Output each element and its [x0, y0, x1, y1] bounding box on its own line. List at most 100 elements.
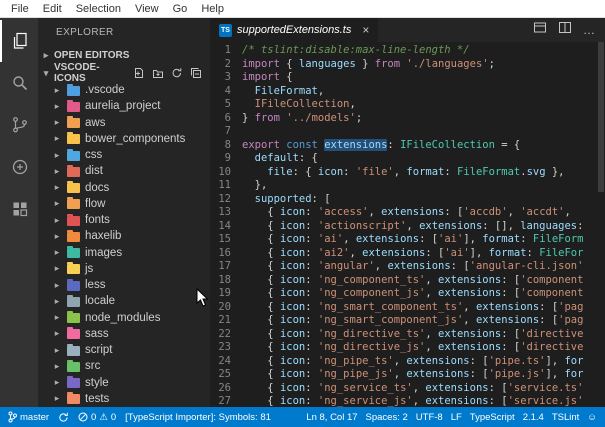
- editor-scrollbar[interactable]: [597, 42, 605, 407]
- tree-item-js[interactable]: ▸ js: [38, 261, 210, 277]
- chevron-right-icon: ▸: [54, 165, 60, 176]
- more-actions-icon[interactable]: …: [583, 24, 595, 36]
- code-line[interactable]: { icon: 'ng_smart_component_ts', extensi…: [242, 301, 605, 315]
- tree-item-script[interactable]: ▸ script: [38, 342, 210, 358]
- code-line[interactable]: export const extensions: IFileCollection…: [242, 138, 605, 153]
- tab-supported-extensions[interactable]: TS supportedExtensions.ts ×: [210, 18, 379, 42]
- new-folder-icon[interactable]: [152, 67, 164, 79]
- code-line[interactable]: { icon: 'ai', extensions: ['ai'], format…: [242, 233, 605, 247]
- code-line[interactable]: { icon: 'ng_component_js', extensions: […: [242, 287, 605, 301]
- extensions-icon[interactable]: [0, 188, 38, 230]
- tree-item-fonts[interactable]: ▸ fonts: [38, 212, 210, 228]
- menu-item-help[interactable]: Help: [194, 3, 231, 15]
- explorer-icon[interactable]: [0, 20, 38, 62]
- code-line[interactable]: supported: [: [242, 193, 605, 207]
- tree-item-less[interactable]: ▸ less: [38, 277, 210, 293]
- menu-item-selection[interactable]: Selection: [69, 3, 128, 15]
- tree-item-label: locale: [85, 295, 116, 308]
- line-number: 2: [224, 57, 231, 70]
- tree-item-dist[interactable]: ▸ dist: [38, 163, 210, 179]
- collapse-all-icon[interactable]: [190, 67, 202, 79]
- tree-item-aurelia_project[interactable]: ▸ aurelia_project: [38, 98, 210, 114]
- code-line[interactable]: default: {: [242, 152, 605, 166]
- search-icon[interactable]: [0, 62, 38, 104]
- code-line[interactable]: { icon: 'ng_service_js', extensions: ['s…: [242, 395, 605, 407]
- code-line[interactable]: IFileCollection,: [242, 98, 605, 112]
- refresh-icon[interactable]: [171, 67, 183, 79]
- tree-item-label: aws: [85, 116, 106, 129]
- menu-item-view[interactable]: View: [128, 3, 166, 15]
- code-line[interactable]: { icon: 'ng_pipe_ts', extensions: ['pipe…: [242, 355, 605, 369]
- new-file-icon[interactable]: [133, 67, 145, 79]
- code-line[interactable]: import { languages } from './languages';: [242, 58, 605, 72]
- code-line[interactable]: { icon: 'access', extensions: ['accdb', …: [242, 206, 605, 220]
- split-editor-icon[interactable]: [558, 21, 572, 39]
- line-number: 16: [218, 246, 231, 259]
- code-line[interactable]: { icon: 'actionscript', extensions: [], …: [242, 220, 605, 234]
- tree-item-aws[interactable]: ▸ aws: [38, 115, 210, 131]
- code-line[interactable]: },: [242, 179, 605, 193]
- code-line[interactable]: { icon: 'ai2', extensions: ['ai'], forma…: [242, 247, 605, 261]
- folder-icon: [67, 197, 80, 210]
- menu-item-go[interactable]: Go: [166, 3, 195, 15]
- chevron-right-icon: ▸: [43, 49, 49, 60]
- feedback-smiley-icon[interactable]: ☺: [587, 412, 597, 423]
- code-line[interactable]: { icon: 'ng_service_ts', extensions: ['s…: [242, 382, 605, 396]
- code-line[interactable]: { icon: 'ng_directive_ts', extensions: […: [242, 328, 605, 342]
- tree-item-node_modules[interactable]: ▸ node_modules: [38, 310, 210, 326]
- cursor-position[interactable]: Ln 8, Col 17: [306, 412, 357, 423]
- line-number: 27: [218, 395, 231, 407]
- menu-item-file[interactable]: File: [4, 3, 36, 15]
- menu-item-edit[interactable]: Edit: [36, 3, 69, 15]
- indentation[interactable]: Spaces: 2: [366, 412, 408, 423]
- tree-item-flow[interactable]: ▸ flow: [38, 196, 210, 212]
- problems-status[interactable]: 0 ⚠ 0: [78, 412, 116, 423]
- code-line[interactable]: { icon: 'ng_pipe_js', extensions: ['pipe…: [242, 368, 605, 382]
- code-line[interactable]: [242, 125, 605, 139]
- code-line[interactable]: import {: [242, 71, 605, 85]
- language-mode[interactable]: TypeScript: [470, 412, 515, 423]
- typescript-version[interactable]: 2.1.4: [523, 412, 544, 423]
- line-number: 14: [218, 219, 231, 232]
- tree-item-locale[interactable]: ▸ locale: [38, 293, 210, 309]
- tree-item-css[interactable]: ▸ css: [38, 147, 210, 163]
- eol-sequence[interactable]: LF: [451, 412, 462, 423]
- tree-item-tests[interactable]: ▸ tests: [38, 391, 210, 407]
- open-preview-icon[interactable]: [533, 21, 547, 39]
- code-line[interactable]: { icon: 'ng_component_ts', extensions: […: [242, 274, 605, 288]
- sync-status[interactable]: [58, 412, 69, 423]
- tree-item-style[interactable]: ▸ style: [38, 375, 210, 391]
- linter-status[interactable]: TSLint: [552, 412, 579, 423]
- warning-icon: ⚠: [99, 411, 108, 423]
- code-line[interactable]: { icon: 'ng_smart_component_js', extensi…: [242, 314, 605, 328]
- folder-icon: [67, 132, 80, 145]
- code-line[interactable]: file: { icon: 'file', format: FileFormat…: [242, 166, 605, 180]
- tree-item-haxelib[interactable]: ▸ haxelib: [38, 228, 210, 244]
- tree-item-label: flow: [85, 197, 106, 210]
- menu-bar: File Edit Selection View Go Help: [0, 0, 605, 18]
- tree-item-images[interactable]: ▸ images: [38, 245, 210, 261]
- tree-item-sass[interactable]: ▸ sass: [38, 326, 210, 342]
- code-line[interactable]: /* tslint:disable:max-line-length */: [242, 44, 605, 58]
- encoding[interactable]: UTF-8: [416, 412, 443, 423]
- git-branch-status[interactable]: master: [8, 411, 49, 423]
- gutter: 1 2 3 4 5 6 7 8 9 10 11 12 13 14 15 16 17 18 19 20 21 22 23 24 2…: [210, 44, 242, 407]
- tree-item-docs[interactable]: ▸ docs: [38, 180, 210, 196]
- close-tab-icon[interactable]: ×: [362, 23, 369, 37]
- debug-icon[interactable]: [0, 146, 38, 188]
- tree-item-src[interactable]: ▸ src: [38, 358, 210, 374]
- tree-item-.vscode[interactable]: ▸ .vscode: [38, 82, 210, 98]
- tree-item-label: aurelia_project: [85, 100, 161, 113]
- ts-importer-status[interactable]: [TypeScript Importer]: Symbols: 81: [125, 412, 271, 423]
- project-section[interactable]: ▾ VSCODE-ICONS: [38, 62, 210, 84]
- tree-item-bower_components[interactable]: ▸ bower_components: [38, 131, 210, 147]
- code-line[interactable]: } from '../models';: [242, 112, 605, 126]
- scrollbar-thumb[interactable]: [598, 42, 604, 192]
- code-line[interactable]: { icon: 'ng_directive_js', extensions: […: [242, 341, 605, 355]
- code-lines[interactable]: /* tslint:disable:max-line-length */impo…: [242, 44, 605, 407]
- code-line[interactable]: { icon: 'angular', extensions: ['angular…: [242, 260, 605, 274]
- source-control-icon[interactable]: [0, 104, 38, 146]
- code-line[interactable]: FileFormat,: [242, 85, 605, 99]
- code-editor[interactable]: 1 2 3 4 5 6 7 8 9 10 11 12 13 14 15 16 17 18 19 20 21 22 23 24 2…: [210, 42, 605, 407]
- tree-item-label: script: [85, 344, 113, 357]
